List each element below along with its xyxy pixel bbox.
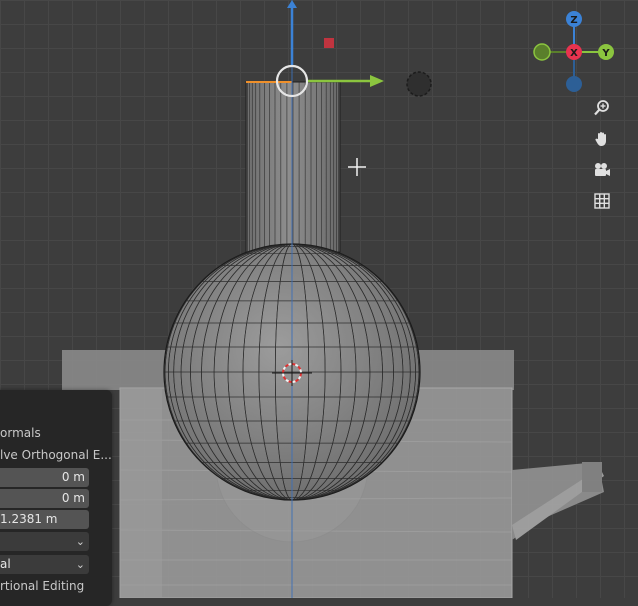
gizmo-y-label: Y [601,48,610,59]
offset-z-field[interactable]: 1.2381 m [0,510,89,529]
mouse-crosshair-icon [348,158,366,176]
gizmo-x-label: X [570,48,578,59]
chevron-down-icon: ⌄ [75,535,85,548]
ortho-grid-icon[interactable] [590,189,614,213]
offset-y-field[interactable]: 0 m [0,489,89,508]
pivot-select-value: al [0,557,11,571]
axis-orientation-gizmo[interactable]: Z X Y [533,11,614,92]
chevron-down-icon: ⌄ [75,558,85,571]
gizmo-plane-handle[interactable] [324,38,334,48]
camera-icon[interactable] [590,158,614,182]
normals-option-label[interactable]: ormals [0,426,41,440]
3d-viewport[interactable]: Z X Y ormals lve Orthogonal E... 0 m 0 m… [0,0,638,606]
proportional-editing-label[interactable]: rtional Editing [0,579,84,593]
operator-redo-panel[interactable]: ormals lve Orthogonal E... 0 m 0 m 1.238… [0,390,112,606]
gizmo-z-label: Z [570,15,577,26]
pivot-select[interactable]: al ⌄ [0,555,89,574]
orientation-select[interactable]: ⌄ [0,532,89,551]
dissolve-orthogonal-label[interactable]: lve Orthogonal E... [0,448,112,462]
gizmo-neg-z-handle[interactable] [566,76,582,92]
pan-hand-icon[interactable] [590,127,614,151]
neck-cylinder-mesh[interactable] [245,81,341,253]
gizmo-neg-y-handle[interactable] [533,43,551,61]
gizmo-view-sphere[interactable] [406,71,432,97]
offset-x-field[interactable]: 0 m [0,468,89,487]
zoom-icon[interactable] [590,96,614,120]
